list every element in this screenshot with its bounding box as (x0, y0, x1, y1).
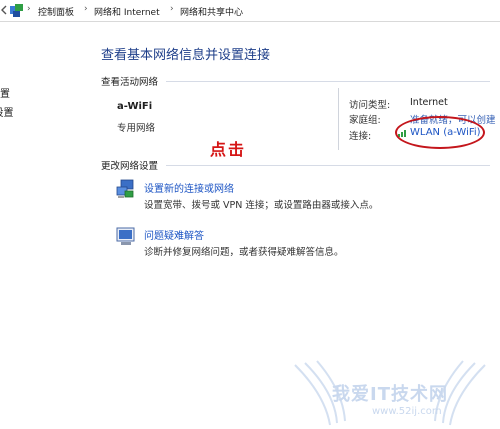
click-annotation: 点击 (210, 140, 247, 159)
vertical-divider (338, 88, 339, 150)
new-connection-icon (116, 179, 134, 198)
breadcrumb-separator: › (27, 4, 31, 14)
sidebar-item-3[interactable]: f设置 (0, 104, 14, 119)
breadcrumb-separator: › (170, 4, 174, 14)
access-type-label: 访问类型: (349, 100, 391, 111)
setup-new-connection-link[interactable]: 设置新的连接或网络 (144, 180, 234, 195)
setup-new-connection-desc: 设置宽带、拨号或 VPN 连接；或设置路由器或接入点。 (144, 200, 379, 211)
change-settings-label: 更改网络设置 (101, 161, 159, 172)
watermark-text: 我爱IT技术网 (332, 384, 448, 405)
highlight-oval (395, 116, 485, 149)
troubleshoot-icon (116, 227, 135, 245)
section-divider (166, 81, 490, 82)
section-divider (166, 165, 490, 166)
back-arrow-icon[interactable] (0, 4, 8, 16)
address-bar[interactable]: › 控制面板 › 网络和 Internet › 网络和共享中心 (0, 0, 500, 22)
sidebar-item-2[interactable]: 设置 (0, 85, 10, 100)
troubleshoot-desc: 诊断并修复网络问题，或者获得疑难解答信息。 (144, 247, 344, 258)
network-type[interactable]: 专用网络 (117, 120, 155, 134)
breadcrumb-network-internet[interactable]: 网络和 Internet (94, 5, 160, 18)
breadcrumb-network-sharing-center[interactable]: 网络和共享中心 (180, 5, 243, 18)
watermark-url: www.52ij.com (372, 406, 442, 417)
network-name: a-WiFi (117, 101, 153, 112)
connection-label: 连接: (349, 131, 372, 142)
troubleshoot-link[interactable]: 问题疑难解答 (144, 227, 204, 242)
breadcrumb-control-panel[interactable]: 控制面板 (38, 5, 74, 18)
page-title: 查看基本网络信息并设置连接 (101, 48, 271, 63)
access-type-value: Internet (410, 97, 448, 108)
control-panel-icon (10, 4, 23, 17)
homegroup-label: 家庭组: (349, 115, 381, 126)
active-networks-label: 查看活动网络 (101, 77, 159, 88)
breadcrumb-separator: › (84, 4, 88, 14)
